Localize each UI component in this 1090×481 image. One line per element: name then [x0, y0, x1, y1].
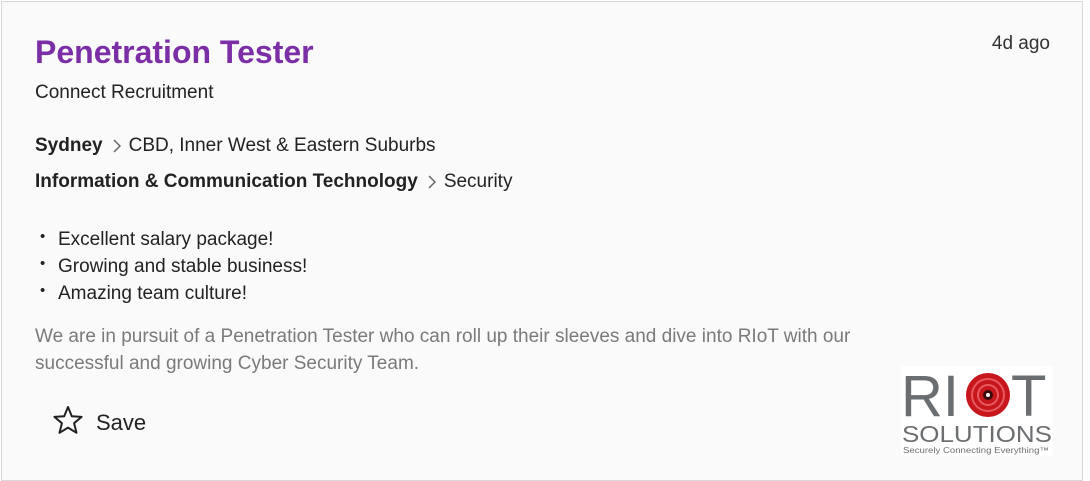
- job-card[interactable]: Penetration Tester 4d ago Connect Recrui…: [1, 1, 1083, 481]
- chevron-right-icon: [428, 175, 436, 189]
- list-item: Amazing team culture!: [40, 280, 307, 307]
- job-teaser: We are in pursuit of a Penetration Teste…: [35, 326, 851, 374]
- list-item: Excellent salary package!: [40, 226, 307, 253]
- star-outline-icon: [52, 405, 96, 441]
- bullet-text: Growing and stable business!: [58, 256, 308, 277]
- classification-main[interactable]: Information & Communication Technology: [35, 171, 418, 193]
- logo-tagline: Securely Connecting Everything™: [903, 446, 1049, 455]
- logo-letters-right: T: [1011, 366, 1046, 429]
- location-city[interactable]: Sydney: [35, 135, 103, 157]
- company-name[interactable]: Connect Recruitment: [35, 82, 213, 104]
- listing-date: 4d ago: [991, 33, 1050, 54]
- logo-target-icon: [966, 373, 1010, 417]
- bullet-icon: [40, 253, 58, 281]
- bullet-text: Excellent salary package!: [58, 229, 274, 250]
- save-button[interactable]: Save: [52, 405, 146, 441]
- logo-word: SOLUTIONS: [902, 421, 1052, 447]
- save-label: Save: [96, 410, 147, 435]
- chevron-right-icon: [113, 139, 121, 153]
- company-logo: RI T SOLUTIONS Securely Connecting Every…: [901, 364, 1053, 456]
- selling-points-list: Excellent salary package! Growing and st…: [40, 226, 307, 307]
- bullet-icon: [40, 280, 58, 308]
- list-item: Growing and stable business!: [40, 253, 307, 280]
- classification-sub[interactable]: Security: [444, 171, 513, 193]
- job-title-link[interactable]: Penetration Tester: [35, 34, 314, 71]
- classification-breadcrumb: Information & Communication Technology S…: [35, 171, 512, 193]
- location-breadcrumb: Sydney CBD, Inner West & Eastern Suburbs: [35, 135, 436, 157]
- logo-letters-left: RI: [901, 366, 959, 429]
- location-area[interactable]: CBD, Inner West & Eastern Suburbs: [129, 135, 436, 157]
- bullet-icon: [40, 226, 58, 254]
- bullet-text: Amazing team culture!: [58, 283, 248, 304]
